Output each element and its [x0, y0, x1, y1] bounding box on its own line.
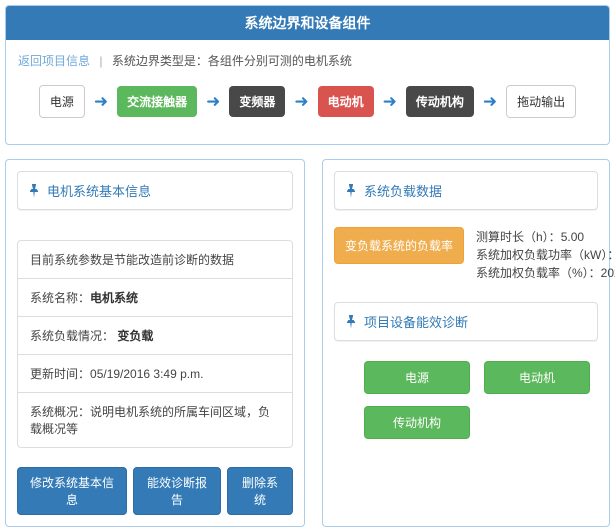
load-data-panel: 系统负载数据 变负载系统的负载率 测算时长（h）：5.00 系统加权负载功率（k…: [322, 159, 610, 527]
breadcrumb: 返回项目信息 | 系统边界类型是：各组件分别可测的电机系统: [18, 52, 597, 69]
efficiency-report-button[interactable]: 能效诊断报告: [133, 467, 221, 515]
list-item: 更新时间：05/19/2016 3:49 p.m.: [18, 355, 292, 393]
arrow-right-icon: ➜: [383, 93, 397, 110]
stat-weighted-power: 系统加权负载功率（kW）：136.00: [476, 246, 615, 264]
boundary-type-text: 系统边界类型是：各组件分别可测的电机系统: [112, 54, 352, 68]
field-label: 系统概况：: [30, 405, 90, 419]
stat-duration: 测算时长（h）：5.00: [476, 228, 615, 246]
arrow-right-icon: ➜: [483, 93, 497, 110]
load-condition-value: 变负载: [117, 329, 153, 343]
separator: |: [99, 54, 102, 68]
back-to-project-link[interactable]: 返回项目信息: [18, 54, 90, 68]
system-name-value: 电机系统: [90, 291, 138, 305]
arrow-right-icon: ➜: [206, 93, 220, 110]
stat-weighted-load-rate: 系统加权负载率（%）：202.00: [476, 264, 615, 282]
page: 系统边界和设备组件 返回项目信息 | 系统边界类型是：各组件分别可测的电机系统 …: [0, 0, 615, 532]
diagnose-power-button[interactable]: 电源: [364, 361, 470, 394]
flow-node-inverter[interactable]: 变频器: [229, 86, 285, 117]
system-note: 目前系统参数是节能改造前诊断的数据: [30, 253, 234, 267]
field-label: 系统名称：: [30, 291, 90, 305]
pushpin-icon: [28, 184, 40, 198]
list-item: 系统名称：电机系统: [18, 279, 292, 317]
arrow-right-icon: ➜: [294, 93, 308, 110]
basic-info-panel: 电机系统基本信息 目前系统参数是节能改造前诊断的数据 系统名称：电机系统 系统负…: [5, 159, 305, 527]
edit-basic-info-button[interactable]: 修改系统基本信息: [17, 467, 127, 515]
load-rate-row: 变负载系统的负载率 测算时长（h）：5.00 系统加权负载功率（kW）：136.…: [334, 227, 598, 282]
load-stats: 测算时长（h）：5.00 系统加权负载功率（kW）：136.00 系统加权负载率…: [476, 227, 615, 282]
delete-system-button[interactable]: 删除系统: [227, 467, 293, 515]
update-time-value: 05/19/2016 3:49 p.m.: [90, 367, 203, 381]
diagnosis-buttons: 电源 电动机 传动机构: [334, 341, 598, 439]
field-label: 系统负载情况：: [30, 329, 117, 343]
list-item: 系统概况：说明电机系统的所属车间区域，负载概况等: [18, 393, 292, 447]
flow-node-power[interactable]: 电源: [39, 85, 85, 118]
field-label: 更新时间：: [30, 367, 90, 381]
system-flow-diagram: 电源 ➜ 交流接触器 ➜ 变频器 ➜ 电动机 ➜ 传动机构 ➜ 拖动输出: [18, 85, 597, 118]
diagnose-motor-button[interactable]: 电动机: [484, 361, 590, 394]
arrow-right-icon: ➜: [94, 93, 108, 110]
flow-node-motor[interactable]: 电动机: [318, 86, 374, 117]
list-item: 系统负载情况： 变负载: [18, 317, 292, 355]
basic-info-header: 电机系统基本信息: [17, 171, 293, 210]
pushpin-icon: [345, 184, 357, 198]
boundary-panel-body: 返回项目信息 | 系统边界类型是：各组件分别可测的电机系统 电源 ➜ 交流接触器…: [6, 40, 609, 144]
flow-node-ac-contactor[interactable]: 交流接触器: [117, 86, 197, 117]
list-item: 目前系统参数是节能改造前诊断的数据: [18, 241, 292, 279]
load-data-header: 系统负载数据: [334, 171, 598, 210]
diagnosis-header: 项目设备能效诊断: [334, 302, 598, 341]
diagnosis-title: 项目设备能效诊断: [364, 312, 468, 331]
flow-node-transmission[interactable]: 传动机构: [406, 86, 474, 117]
diagnose-transmission-button[interactable]: 传动机构: [364, 406, 470, 439]
pushpin-icon: [345, 315, 357, 329]
variable-load-rate-button[interactable]: 变负载系统的负载率: [334, 227, 464, 264]
basic-info-actions: 修改系统基本信息 能效诊断报告 删除系统: [17, 467, 293, 515]
load-data-title: 系统负载数据: [364, 181, 442, 200]
basic-info-title: 电机系统基本信息: [47, 181, 151, 200]
page-title: 系统边界和设备组件: [6, 6, 609, 40]
boundary-panel: 系统边界和设备组件 返回项目信息 | 系统边界类型是：各组件分别可测的电机系统 …: [5, 5, 610, 145]
flow-node-drag-output[interactable]: 拖动输出: [506, 85, 576, 118]
content-columns: 电机系统基本信息 目前系统参数是节能改造前诊断的数据 系统名称：电机系统 系统负…: [5, 159, 610, 527]
basic-info-list: 目前系统参数是节能改造前诊断的数据 系统名称：电机系统 系统负载情况： 变负载 …: [17, 240, 293, 448]
